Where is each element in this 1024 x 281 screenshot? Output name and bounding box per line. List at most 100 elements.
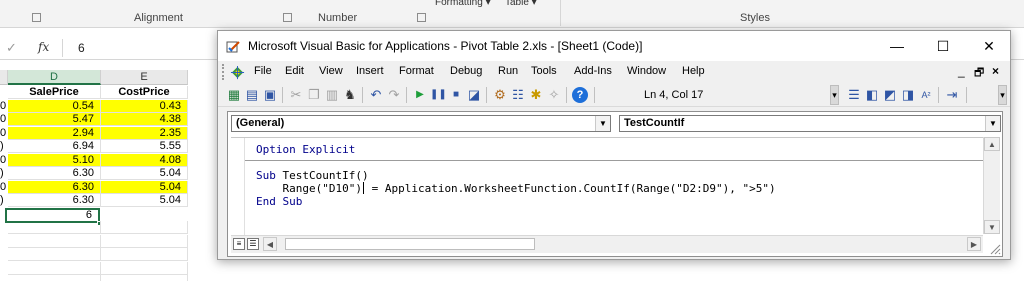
number-dialog-launcher-icon[interactable]	[417, 13, 426, 22]
empty-cell[interactable]	[101, 261, 188, 275]
menu-item-file[interactable]: File	[254, 65, 272, 77]
menu-item-tools[interactable]: Tools	[531, 65, 557, 77]
code-line-active[interactable]: Range("D10") = Application.WorksheetFunc…	[256, 182, 776, 195]
mdi-minimize-button[interactable]: _	[958, 64, 965, 78]
copy-icon[interactable]: ❐	[306, 87, 322, 103]
close-button[interactable]: ✕	[966, 31, 1012, 61]
list-properties-icon[interactable]: ☰	[846, 87, 862, 103]
cell-saleprice[interactable]: 6.30	[8, 167, 101, 180]
cell-partial-c[interactable]: )	[0, 140, 4, 153]
edit-toolbar-overflow-button[interactable]: ▾	[998, 85, 1007, 105]
empty-cell[interactable]	[101, 248, 188, 261]
insert-function-button[interactable]: fx	[38, 40, 49, 54]
cell-costprice[interactable]: 4.38	[101, 113, 188, 126]
format-as-table-button[interactable]: Formatting ▾	[435, 0, 491, 8]
empty-cell[interactable]	[8, 275, 101, 281]
chevron-down-icon[interactable]: ▼	[985, 116, 1000, 131]
code-line[interactable]: Option Explicit	[256, 143, 355, 156]
cell-partial-c[interactable]: )	[0, 167, 4, 180]
empty-cell[interactable]	[8, 261, 101, 275]
scroll-right-icon[interactable]: ▶	[967, 237, 981, 251]
cell-partial-c[interactable]: 0	[0, 154, 6, 167]
cell-saleprice[interactable]: 6.30	[8, 180, 101, 194]
empty-cell[interactable]	[101, 234, 188, 248]
procedure-view-icon[interactable]: ≡	[233, 238, 245, 250]
procedure-combo[interactable]: TestCountIf ▼	[619, 115, 1001, 132]
code-editor[interactable]: Option Explicit Sub TestCountIf() Range(…	[231, 137, 983, 235]
break-icon[interactable]: ❚❚	[430, 87, 447, 103]
cell-costprice[interactable]: 5.04	[101, 194, 188, 207]
view-excel-icon[interactable]: ▦	[226, 87, 242, 103]
cell-saleprice[interactable]: 6.30	[8, 194, 101, 207]
enter-check-icon[interactable]: ✓	[6, 40, 17, 56]
column-header-d[interactable]: D	[8, 70, 101, 85]
full-module-view-icon[interactable]: ☰	[247, 238, 259, 250]
scroll-up-icon[interactable]: ▲	[984, 137, 1000, 151]
horizontal-scrollbar[interactable]: ≡ ☰ ◀ ▶	[231, 235, 983, 253]
run-icon[interactable]: ▶	[412, 87, 428, 103]
cell-styles-button[interactable]: Table ▾	[505, 0, 537, 8]
insert-module-icon[interactable]: ▤	[244, 87, 260, 103]
column-header-e[interactable]: E	[101, 70, 188, 85]
horizontal-scroll-thumb[interactable]	[285, 238, 535, 250]
cell-costprice[interactable]: 4.08	[101, 153, 188, 167]
empty-cell[interactable]	[8, 221, 101, 234]
design-mode-icon[interactable]: ◪	[466, 87, 482, 103]
cell-costprice[interactable]: 0.43	[101, 99, 188, 113]
chevron-down-icon[interactable]: ▼	[595, 116, 610, 131]
toolbox-icon[interactable]: ✧	[546, 87, 562, 103]
properties-icon[interactable]: ☷	[510, 87, 526, 103]
code-line[interactable]: End Sub	[256, 195, 302, 208]
cell-costprice[interactable]: 2.35	[101, 126, 188, 140]
font-dialog-launcher-icon[interactable]	[32, 13, 41, 22]
menu-item-run[interactable]: Run	[498, 65, 518, 77]
vba-module-icon[interactable]	[230, 65, 245, 80]
menu-item-format[interactable]: Format	[399, 65, 434, 77]
mdi-close-button[interactable]: ×	[992, 64, 999, 78]
complete-word-icon[interactable]: A²	[918, 87, 934, 103]
object-browser-icon[interactable]: ✱	[528, 87, 544, 103]
menu-grip[interactable]	[222, 64, 224, 80]
scroll-down-icon[interactable]: ▼	[984, 220, 1000, 234]
list-constants-icon[interactable]: ◧	[864, 87, 880, 103]
empty-cell[interactable]	[8, 234, 101, 248]
reset-icon[interactable]: ■	[448, 87, 464, 103]
header-cell-saleprice[interactable]: SalePrice	[8, 86, 101, 99]
help-icon[interactable]: ?	[572, 87, 588, 103]
vba-title-bar[interactable]: Microsoft Visual Basic for Applications …	[218, 31, 1010, 61]
scroll-left-icon[interactable]: ◀	[263, 237, 277, 251]
project-explorer-icon[interactable]: ⚙	[492, 87, 508, 103]
empty-cell[interactable]	[101, 275, 188, 281]
cell-saleprice[interactable]: 5.47	[8, 113, 101, 126]
maximize-button[interactable]: ☐	[920, 31, 966, 61]
vertical-scrollbar[interactable]: ▲ ▼	[983, 137, 1000, 234]
code-line[interactable]: Sub TestCountIf()	[256, 169, 369, 182]
save-icon[interactable]: ▣	[262, 87, 278, 103]
menu-item-edit[interactable]: Edit	[285, 65, 304, 77]
cell-costprice[interactable]: 5.04	[101, 167, 188, 180]
toolbar-overflow-button[interactable]: ▾	[830, 85, 839, 105]
empty-cell[interactable]	[8, 248, 101, 261]
cell-partial-c[interactable]: 0	[0, 181, 6, 194]
cell-saleprice[interactable]: 2.94	[8, 126, 101, 140]
redo-icon[interactable]: ↷	[386, 87, 402, 103]
cell-partial-c[interactable]: 0	[0, 127, 6, 140]
menu-item-help[interactable]: Help	[682, 65, 705, 77]
cell-saleprice[interactable]: 0.54	[8, 99, 101, 113]
menu-item-addins[interactable]: Add-Ins	[574, 65, 612, 77]
menu-item-debug[interactable]: Debug	[450, 65, 482, 77]
mdi-restore-button[interactable]: 🗗	[974, 64, 984, 83]
object-combo[interactable]: (General) ▼	[231, 115, 611, 132]
cell-partial-c[interactable]: 0	[0, 100, 6, 113]
empty-cell[interactable]	[101, 221, 188, 234]
minimize-button[interactable]: —	[874, 31, 920, 61]
undo-icon[interactable]: ↶	[368, 87, 384, 103]
resize-grip-icon[interactable]	[987, 241, 1001, 255]
cell-costprice[interactable]: 5.55	[101, 140, 188, 153]
menu-item-window[interactable]: Window	[627, 65, 666, 77]
cell-costprice[interactable]: 5.04	[101, 180, 188, 194]
indent-icon[interactable]: ⇥	[944, 87, 960, 103]
menu-item-view[interactable]: View	[319, 65, 343, 77]
cell-saleprice[interactable]: 5.10	[8, 153, 101, 167]
quick-info-icon[interactable]: ◩	[882, 87, 898, 103]
